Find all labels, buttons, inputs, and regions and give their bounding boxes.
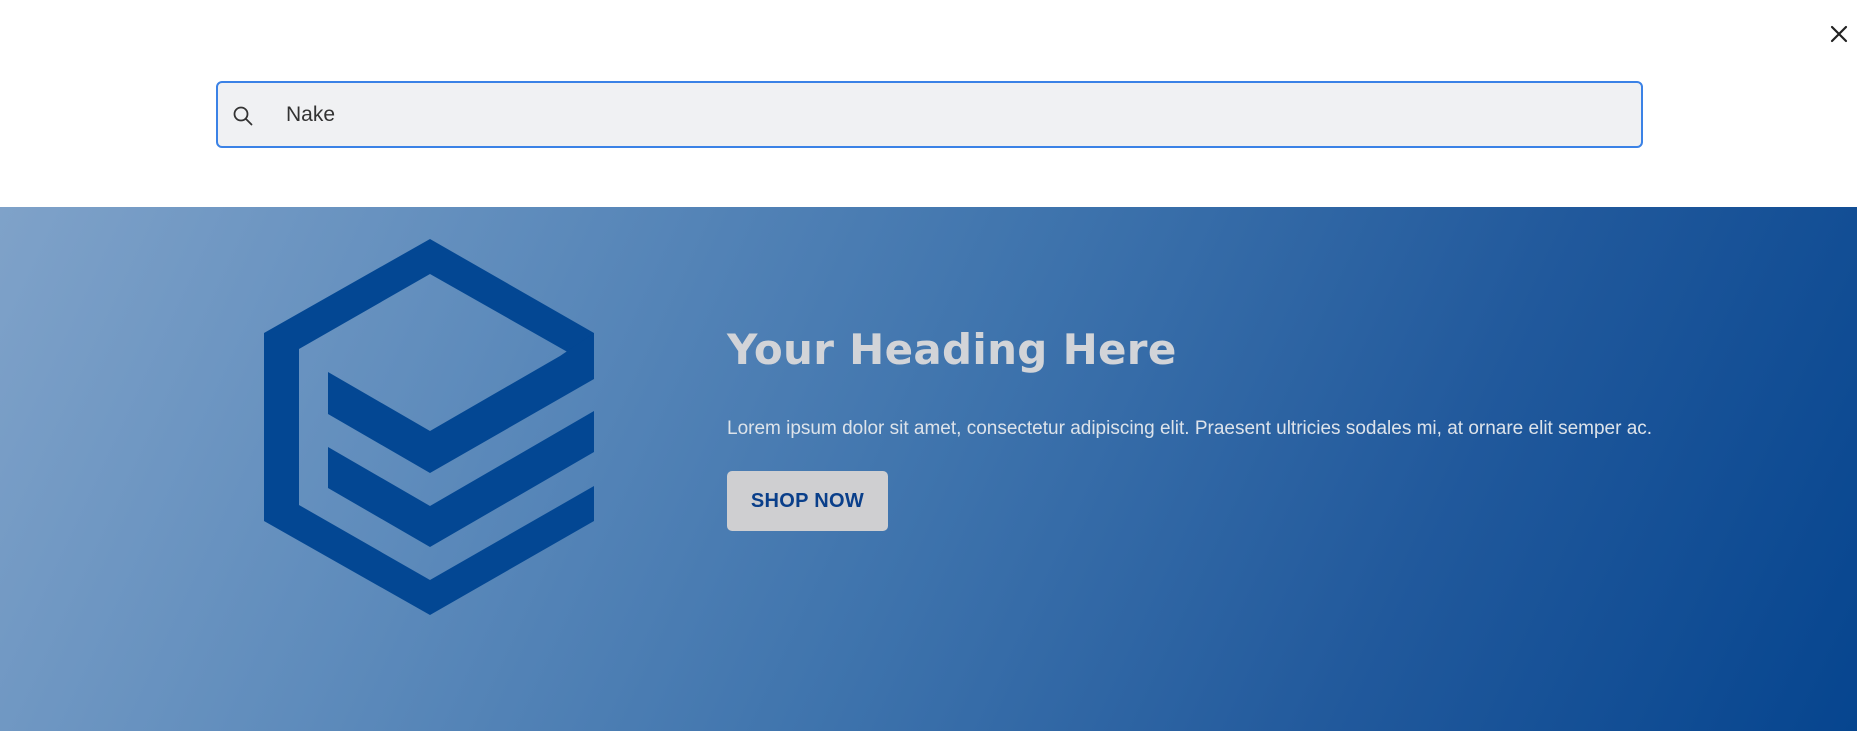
search-icon bbox=[230, 103, 256, 129]
hero-description: Lorem ipsum dolor sit amet, consectetur … bbox=[727, 418, 1653, 439]
close-icon[interactable] bbox=[1829, 24, 1849, 44]
search-input[interactable] bbox=[286, 93, 1626, 137]
close-button[interactable] bbox=[1826, 21, 1852, 47]
hexagon-cube-logo bbox=[264, 239, 594, 615]
hero-heading: Your Heading Here bbox=[727, 325, 1177, 374]
shop-now-button[interactable]: SHOP NOW bbox=[727, 471, 888, 531]
search-box[interactable] bbox=[216, 81, 1643, 148]
search-overlay bbox=[0, 0, 1857, 207]
hero-banner: Your Heading Here Lorem ipsum dolor sit … bbox=[0, 207, 1857, 731]
